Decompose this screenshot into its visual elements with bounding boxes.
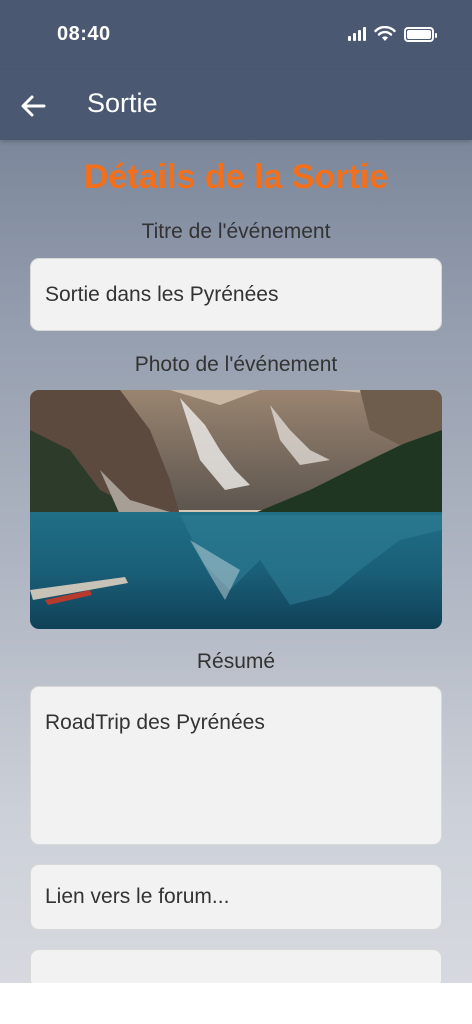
battery-icon bbox=[404, 26, 437, 42]
title-label: Titre de l'événement bbox=[141, 220, 331, 243]
status-bar: 08:40 bbox=[0, 0, 472, 70]
event-details-content[interactable]: Détails de la Sortie Titre de l'événemen… bbox=[0, 140, 472, 983]
status-time: 08:40 bbox=[57, 23, 111, 45]
wifi-icon bbox=[374, 26, 396, 41]
status-icons bbox=[348, 26, 437, 42]
app-bar: Sortie bbox=[0, 70, 472, 140]
summary-value: RoadTrip des Pyrénées bbox=[45, 711, 265, 734]
signal-icon bbox=[348, 27, 366, 41]
summary-label: Résumé bbox=[196, 650, 276, 673]
arrow-left-icon bbox=[21, 95, 46, 117]
next-field[interactable] bbox=[30, 949, 442, 983]
forum-link-field[interactable]: Lien vers le forum... bbox=[30, 864, 442, 930]
page-title: Détails de la Sortie bbox=[83, 158, 389, 196]
forum-link-placeholder: Lien vers le forum... bbox=[45, 885, 230, 908]
back-button[interactable] bbox=[18, 91, 48, 121]
event-photo[interactable] bbox=[30, 390, 442, 629]
event-title-value: Sortie dans les Pyrénées bbox=[45, 282, 279, 306]
summary-field[interactable]: RoadTrip des Pyrénées bbox=[30, 686, 442, 845]
event-title-field[interactable]: Sortie dans les Pyrénées bbox=[30, 258, 442, 331]
app-bar-title: Sortie bbox=[87, 88, 158, 118]
photo-label: Photo de l'événement bbox=[134, 353, 338, 376]
bottom-area bbox=[0, 983, 472, 1024]
